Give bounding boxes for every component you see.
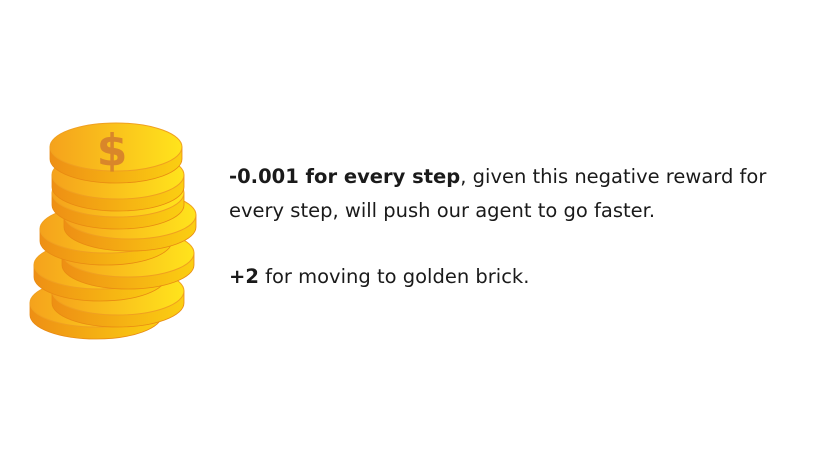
dollar-sign: $ (97, 125, 128, 176)
reward-golden-brick-value: +2 (229, 265, 259, 288)
reward-golden-brick-text: +2 for moving to golden brick. (229, 260, 529, 294)
reward-step-value: -0.001 for every step (229, 165, 461, 188)
gold-coin-stack-icon: $ (29, 122, 197, 340)
reward-step-text: -0.001 for every step, given this negati… (229, 160, 819, 228)
reward-golden-brick-description: for moving to golden brick. (258, 265, 530, 288)
